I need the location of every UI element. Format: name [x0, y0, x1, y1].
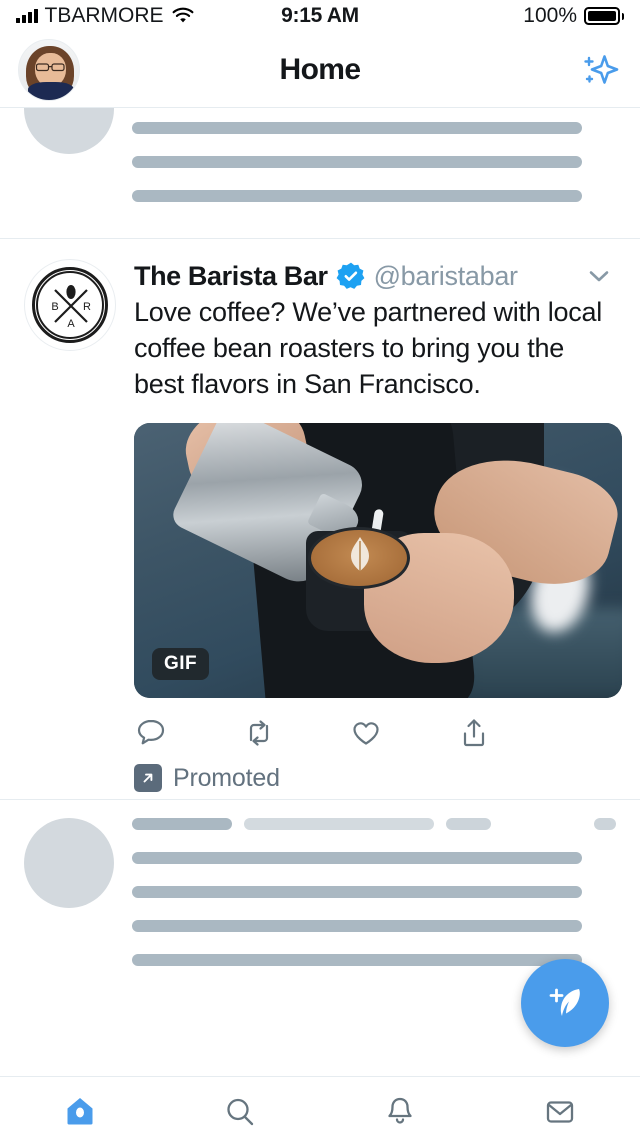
skeleton-header-row — [132, 817, 616, 830]
bottom-tab-bar — [0, 1076, 640, 1146]
battery-percent-label: 100% — [523, 4, 577, 27]
home-icon — [67, 1097, 93, 1124]
skeleton-chip — [132, 817, 232, 830]
skeleton-line — [132, 190, 582, 202]
status-bar-right: 100% — [523, 4, 624, 28]
share-icon[interactable] — [457, 716, 565, 750]
barista-bar-logo[interactable]: B R A — [24, 259, 116, 351]
tab-search[interactable] — [160, 1090, 320, 1134]
bell-icon — [388, 1097, 412, 1124]
skeleton-line — [132, 885, 582, 898]
skeleton-line — [132, 851, 582, 864]
signal-bars-icon — [16, 9, 38, 23]
skeleton-avatar — [24, 108, 114, 154]
skeleton-line — [132, 919, 582, 932]
reply-icon[interactable] — [134, 716, 242, 750]
search-icon — [227, 1098, 254, 1125]
latte-art-leaf — [351, 536, 369, 571]
tweet-display-name: The Barista Bar — [134, 260, 328, 291]
promoted-tweet[interactable]: B R A The Barista Bar @baristabar Love c… — [0, 239, 640, 799]
page-title: Home — [279, 52, 362, 86]
compose-feather-icon — [549, 988, 580, 1016]
promoted-arrow-icon — [134, 764, 162, 793]
chevron-down-icon[interactable] — [582, 259, 616, 293]
skeleton-post-top — [0, 108, 640, 238]
envelope-icon — [546, 1100, 574, 1123]
gif-badge: GIF — [152, 647, 210, 680]
skeleton-chip — [594, 817, 616, 830]
tweet-text: Love coffee? We’ve partnered with local … — [134, 297, 603, 399]
status-bar-left: TBARMORE — [16, 4, 195, 28]
retweet-icon[interactable] — [242, 716, 350, 750]
skeleton-line — [132, 156, 582, 168]
sparkle-icon[interactable] — [576, 47, 622, 93]
battery-full-icon — [584, 7, 624, 25]
tab-notifications[interactable] — [320, 1090, 480, 1134]
tweet-media-gif[interactable]: GIF — [134, 422, 622, 698]
promoted-label: Promoted — [173, 763, 280, 792]
tab-messages[interactable] — [480, 1090, 640, 1134]
like-icon[interactable] — [349, 716, 457, 750]
verified-badge-icon — [336, 262, 364, 289]
skeleton-line — [132, 953, 582, 966]
tab-home[interactable] — [0, 1090, 160, 1134]
skeleton-avatar — [24, 817, 114, 908]
skeleton-chip — [244, 817, 434, 830]
skeleton-line — [132, 122, 582, 134]
profile-avatar[interactable] — [18, 38, 80, 101]
tweet-handle: @baristabar — [373, 260, 518, 291]
glasses-icon — [36, 62, 65, 71]
status-bar: TBARMORE 9:15 AM 100% — [0, 0, 640, 32]
nav-header: Home — [0, 32, 640, 108]
wifi-icon — [172, 7, 193, 23]
tweet-header: The Barista Bar @baristabar — [134, 259, 616, 293]
timeline-feed[interactable]: B R A The Barista Bar @baristabar Love c… — [0, 108, 640, 1076]
carrier-label: TBARMORE — [44, 4, 164, 27]
tweet-actions — [134, 716, 564, 750]
skeleton-chip — [446, 817, 491, 830]
promoted-label-row: Promoted — [134, 764, 616, 793]
compose-tweet-button[interactable] — [521, 959, 609, 1047]
